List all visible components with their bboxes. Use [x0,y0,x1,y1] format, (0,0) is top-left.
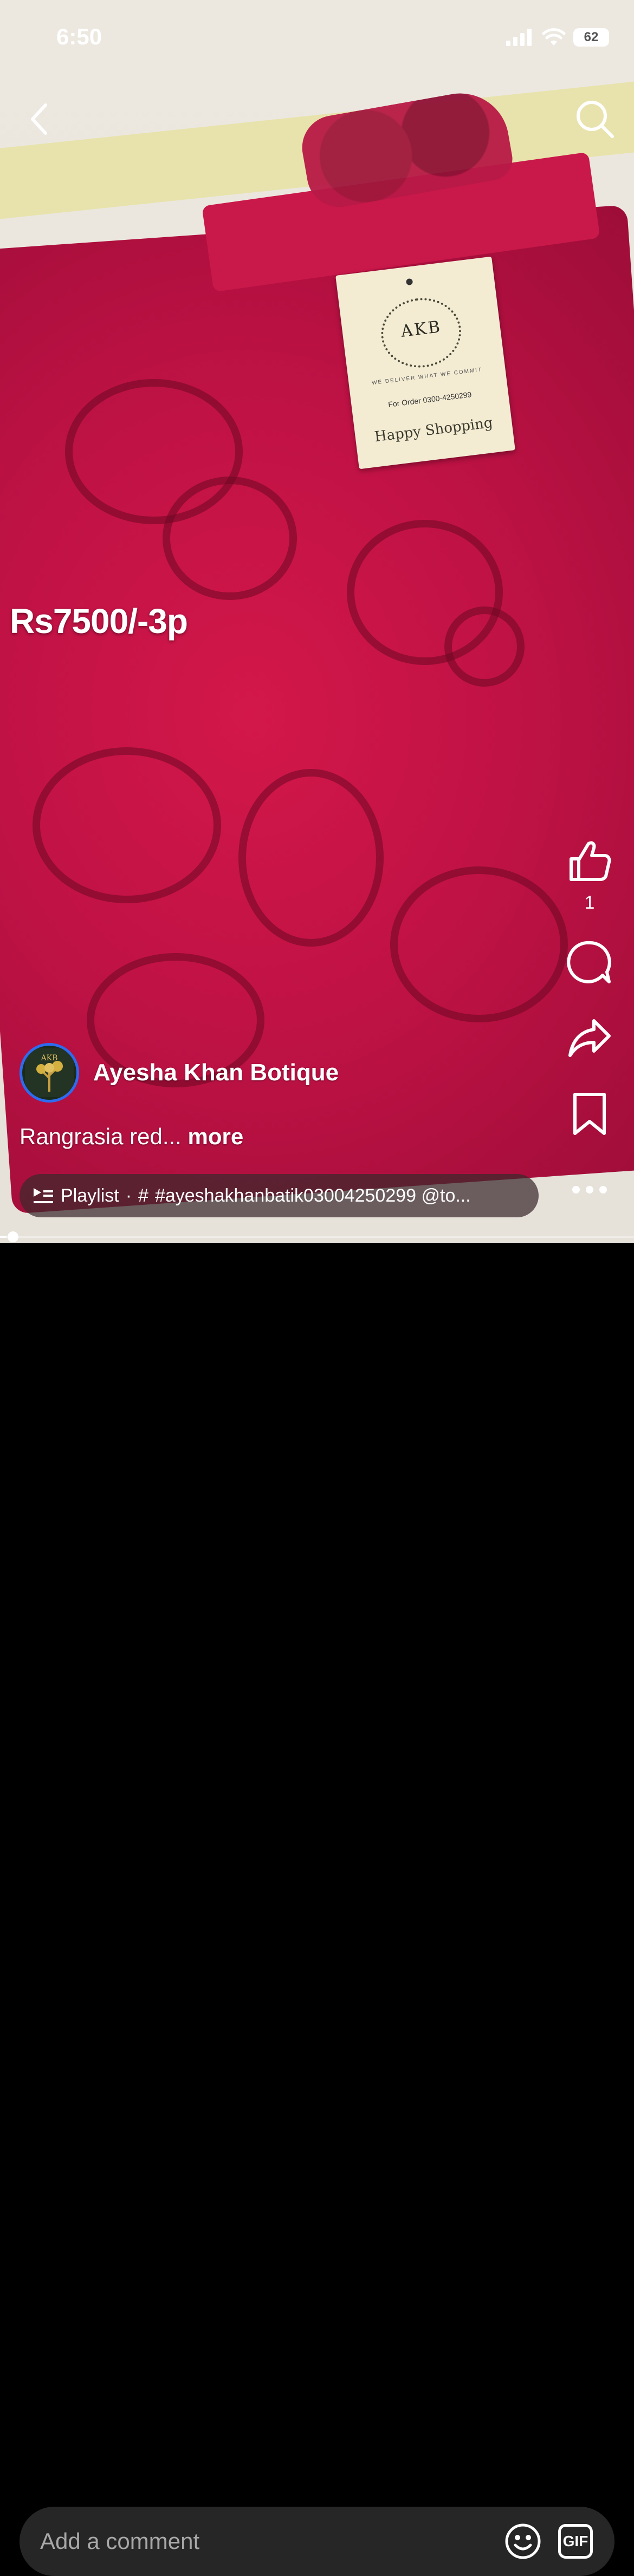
comment-bar: Add a comment GIF [0,1243,634,2576]
playlist-tags: #ayeshakhanbatik03004250299 @to... [154,1185,471,1206]
back-button[interactable] [22,97,56,141]
caption[interactable]: Rangrasia red... more [20,1124,243,1150]
playlist-label: Playlist [61,1185,119,1206]
comment-placeholder[interactable]: Add a comment [40,2528,504,2554]
embroidery-motif [444,606,525,687]
like-button[interactable] [562,834,617,888]
emoji-icon[interactable] [504,2522,542,2560]
progress-knob[interactable] [8,1231,18,1242]
search-icon [577,101,614,138]
tag-happy: Happy Shopping [373,414,494,446]
tag-hole [405,278,413,286]
share-button[interactable] [562,1011,617,1065]
author-row[interactable]: AKB Ayesha Khan Botique [20,1043,339,1103]
playlist-separator: · [125,1185,132,1206]
wifi-icon [542,28,566,45]
reel-video[interactable]: AKB WE DELIVER WHAT WE COMMIT For Order … [0,0,634,1243]
cellular-signal-icon [506,29,532,46]
back-icon [31,103,47,135]
status-time: 6:50 [56,24,102,49]
caption-text: Rangrasia red... [20,1124,182,1149]
svg-text:AKB: AKB [41,1054,58,1062]
video-progress-bar[interactable] [0,1231,634,1242]
tag-slogan: WE DELIVER WHAT WE COMMIT [371,367,483,387]
price-overlay-text: Rs7500/-3p [10,602,188,641]
comment-actions: GIF [504,2522,593,2560]
comment-icon [567,941,611,983]
caption-more-link[interactable]: more [188,1124,244,1149]
tag-order: For Order 0300-4250299 [387,390,473,409]
avatar[interactable]: AKB [20,1043,79,1103]
status-indicators: 62 [506,28,609,47]
like-icon [570,841,611,881]
product-tag: AKB WE DELIVER WHAT WE COMMIT For Order … [335,256,515,469]
action-rail: 1 [557,834,622,1206]
embroidery-motif [163,477,297,600]
author-name[interactable]: Ayesha Khan Botique [93,1059,339,1086]
embroidery-motif [33,747,221,903]
like-count: 1 [584,892,595,913]
embroidery-motif [390,866,568,1022]
playlist-hash: # [138,1185,148,1206]
comment-button[interactable] [562,935,617,989]
more-icon [572,1186,607,1194]
search-button[interactable] [572,96,618,142]
playlist-chip[interactable]: Playlist · # #ayeshakhanbatik03004250299… [20,1174,539,1217]
save-button[interactable] [562,1087,617,1141]
battery-indicator: 62 [573,28,609,47]
embroidery-motif [238,769,384,947]
brand-logo-icon: AKB [25,1048,74,1097]
gif-icon[interactable]: GIF [558,2524,593,2559]
more-options-button[interactable] [562,1173,617,1206]
share-icon [568,1019,611,1057]
bookmark-icon [573,1093,606,1135]
progress-fill [0,1236,7,1238]
comment-input[interactable]: Add a comment GIF [20,2507,614,2576]
playlist-icon [34,1188,53,1203]
